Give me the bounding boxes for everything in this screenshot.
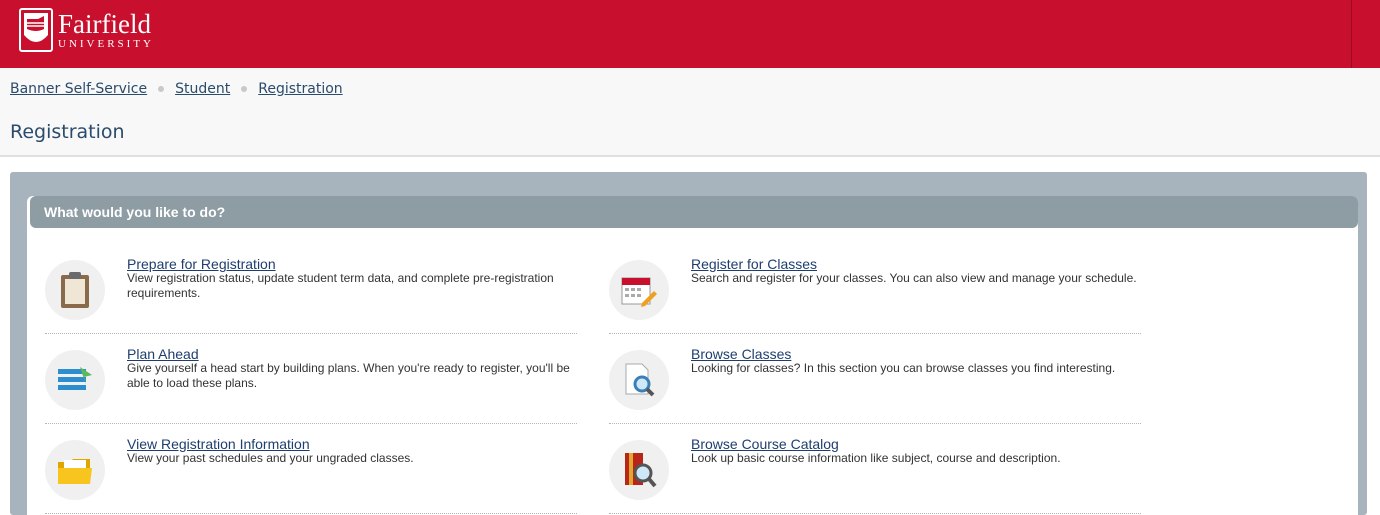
clipboard-icon <box>45 260 105 320</box>
calendar-icon <box>609 260 669 320</box>
option-title[interactable]: Browse Classes <box>691 346 791 362</box>
logo-name: Fairfield <box>58 9 151 39</box>
option-title[interactable]: Register for Classes <box>691 256 817 272</box>
breadcrumb-student[interactable]: Student <box>175 81 230 97</box>
option-description: Search and register for your classes. Yo… <box>691 271 1137 285</box>
option-description: Look up basic course information like su… <box>691 451 1061 465</box>
breadcrumb-banner-self-service[interactable]: Banner Self-Service <box>10 81 147 97</box>
option-description: View registration status, update student… <box>127 271 554 300</box>
breadcrumb: Banner Self-Service Student Registration <box>10 81 343 97</box>
breadcrumb-separator <box>158 86 165 92</box>
option-prepare-for-registration: Prepare for Registration View registrati… <box>45 256 577 334</box>
panel-header: What would you like to do? <box>30 196 1358 228</box>
breadcrumb-registration[interactable]: Registration <box>258 81 342 97</box>
option-description: View your past schedules and your ungrad… <box>127 451 414 465</box>
option-title[interactable]: Plan Ahead <box>127 346 199 362</box>
content-area: What would you like to do? Prepare for R… <box>10 172 1367 515</box>
option-plan-ahead: Plan Ahead Give yourself a head start by… <box>45 346 577 424</box>
option-title[interactable]: Prepare for Registration <box>127 256 276 272</box>
header-edge <box>1351 0 1366 68</box>
option-register-for-classes: Register for Classes Search and register… <box>609 256 1141 334</box>
catalog-search-icon <box>609 440 669 500</box>
page-title: Registration <box>10 121 125 143</box>
option-browse-classes: Browse Classes Looking for classes? In t… <box>609 346 1141 424</box>
university-logo[interactable]: Fairfield UNIVERSITY <box>18 7 154 53</box>
option-description: Looking for classes? In this section you… <box>691 361 1116 375</box>
option-browse-course-catalog: Browse Course Catalog Look up basic cour… <box>609 436 1141 514</box>
options-panel: What would you like to do? Prepare for R… <box>27 196 1358 515</box>
breadcrumb-bar: Banner Self-Service Student Registration… <box>0 68 1380 157</box>
site-header: Fairfield UNIVERSITY <box>0 0 1380 68</box>
option-description: Give yourself a head start by building p… <box>127 361 570 390</box>
document-search-icon <box>609 350 669 410</box>
folder-icon <box>45 440 105 500</box>
plan-list-icon <box>45 350 105 410</box>
seal-icon <box>18 7 54 53</box>
logo-subtitle: UNIVERSITY <box>58 38 154 50</box>
breadcrumb-separator <box>241 86 248 92</box>
option-title[interactable]: View Registration Information <box>127 436 310 452</box>
option-view-registration-information: View Registration Information View your … <box>45 436 577 514</box>
option-title[interactable]: Browse Course Catalog <box>691 436 839 452</box>
